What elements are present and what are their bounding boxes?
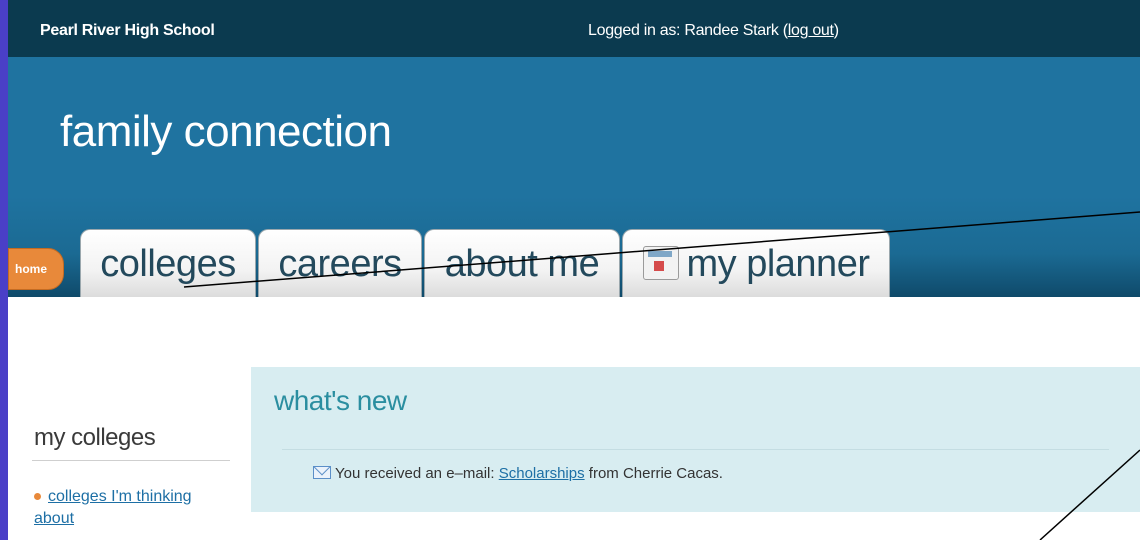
annotation-lines: [183, 211, 1140, 540]
annotation-line-bottom: [1039, 449, 1140, 540]
annotation-line-top: [183, 211, 1140, 288]
